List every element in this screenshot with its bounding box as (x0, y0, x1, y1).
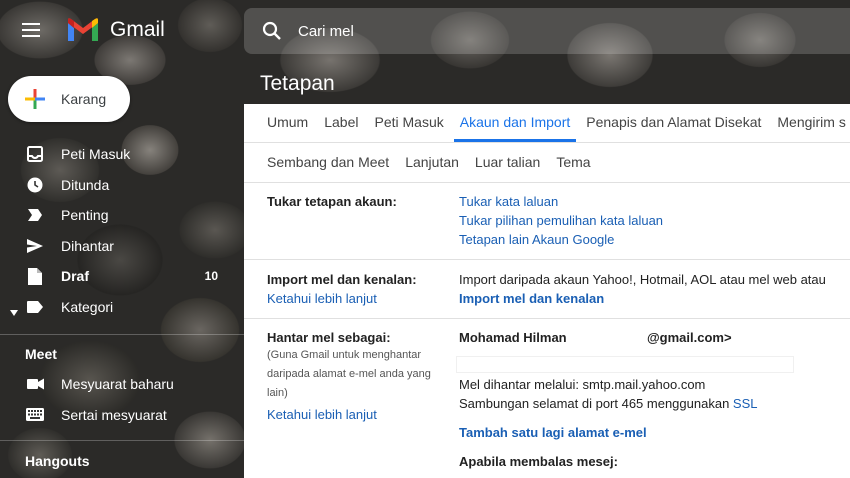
sidebar-divider (0, 440, 244, 441)
tab-accounts-import[interactable]: Akaun dan Import (453, 114, 577, 142)
import-mail-contacts-link[interactable]: Import mel dan kenalan (459, 291, 604, 306)
section-divider (244, 318, 850, 319)
tab-general[interactable]: Umum (261, 114, 314, 142)
settings-tabs-row1: Umum Label Peti Masuk Akaun dan Import P… (244, 104, 850, 142)
tab-themes[interactable]: Tema (550, 154, 596, 182)
sender-name: Mohamad Hilman (459, 330, 567, 345)
sidebar-item-important[interactable]: Penting (0, 200, 244, 231)
sidebar-item-label: Kategori (61, 298, 114, 315)
draft-icon (26, 267, 44, 285)
compose-button[interactable]: Karang (8, 76, 130, 122)
reply-label: Apabila membalas mesej: (459, 454, 618, 469)
gmail-m-icon (68, 18, 98, 41)
secure-connection-text: Sambungan selamat di port 465 menggunaka… (459, 396, 758, 411)
tab-forwarding[interactable]: Mengirim s (771, 114, 850, 142)
import-learn-more-link[interactable]: Ketahui lebih lanjut (267, 291, 377, 306)
smtp-via-text: Mel dihantar melalui: smtp.mail.yahoo.co… (459, 377, 706, 392)
expand-arrow-icon[interactable] (10, 303, 18, 319)
app-name: Gmail (110, 18, 165, 41)
plus-icon (25, 89, 45, 109)
sidebar-item-label: Dihantar (61, 237, 114, 254)
sidebar-item-inbox[interactable]: Peti Masuk (0, 139, 244, 170)
meet-nav: Mesyuarat baharu Sertai mesyuarat (0, 369, 244, 430)
clock-icon (26, 176, 44, 194)
tab-labels[interactable]: Label (318, 114, 364, 142)
sidebar-item-label: Mesyuarat baharu (61, 376, 174, 393)
header-left: Gmail (0, 0, 244, 60)
video-icon (26, 375, 44, 393)
inbox-icon (26, 145, 44, 163)
tabs-divider (244, 142, 850, 143)
sender-email-suffix: @gmail.com> (647, 330, 732, 345)
drafts-count: 10 (204, 269, 218, 284)
sidebar-item-label: Sertai mesyuarat (61, 406, 167, 423)
add-email-address-link[interactable]: Tambah satu lagi alamat e-mel (459, 425, 647, 440)
google-account-settings-link[interactable]: Tetapan lain Akaun Google (459, 232, 614, 247)
import-label: Import mel dan kenalan: (267, 272, 417, 287)
ssl-link[interactable]: SSL (733, 396, 758, 411)
import-description: Import daripada akaun Yahoo!, Hotmail, A… (459, 272, 826, 287)
sidebar-nav: Peti Masuk Ditunda Penting Dihantar Draf (0, 139, 244, 322)
search-input[interactable] (298, 22, 698, 40)
important-icon (26, 206, 44, 224)
search-icon[interactable] (262, 21, 282, 41)
redacted-email (574, 328, 646, 346)
tabs-divider (244, 182, 850, 183)
gmail-logo[interactable]: Gmail (66, 17, 165, 43)
sidebar-item-categories[interactable]: Kategori (0, 292, 244, 323)
meet-section-title: Meet (25, 346, 57, 362)
redacted-line (456, 356, 794, 373)
sidebar-item-drafts[interactable]: Draf 10 (0, 261, 244, 292)
main-menu-icon[interactable] (22, 18, 46, 42)
send-as-description: (Guna Gmail untuk menghantar daripada al… (267, 349, 431, 399)
sidebar-item-label: Peti Masuk (61, 146, 131, 163)
sidebar-item-snoozed[interactable]: Ditunda (0, 170, 244, 201)
sidebar-item-label: Penting (61, 207, 109, 224)
tab-offline[interactable]: Luar talian (469, 154, 546, 182)
compose-label: Karang (61, 91, 107, 107)
change-account-label: Tukar tetapan akaun: (267, 194, 397, 209)
change-password-link[interactable]: Tukar kata laluan (459, 194, 558, 209)
section-divider (244, 259, 850, 260)
page-title: Tetapan (260, 72, 335, 95)
sidebar-item-sent[interactable]: Dihantar (0, 231, 244, 262)
sidebar-item-new-meeting[interactable]: Mesyuarat baharu (0, 369, 244, 400)
send-icon (26, 237, 44, 255)
settings-tabs-row2: Sembang dan Meet Lanjutan Luar talian Te… (244, 144, 599, 182)
settings-panel: Umum Label Peti Masuk Akaun dan Import P… (244, 104, 850, 478)
sidebar-item-join-meeting[interactable]: Sertai mesyuarat (0, 400, 244, 431)
hangouts-section-title: Hangouts (25, 453, 90, 469)
sidebar: Gmail Karang Peti Masuk Ditunda Penting … (0, 0, 244, 478)
sidebar-item-label: Ditunda (61, 176, 110, 193)
send-as-learn-more-link[interactable]: Ketahui lebih lanjut (267, 407, 377, 422)
secure-connection-prefix: Sambungan selamat di port 465 menggunaka… (459, 396, 730, 411)
tab-advanced[interactable]: Lanjutan (399, 154, 465, 182)
sidebar-divider (0, 334, 244, 335)
keyboard-icon (26, 406, 44, 424)
label-icon (26, 298, 44, 316)
search-bar (244, 8, 850, 54)
send-as-label: Hantar mel sebagai: (267, 330, 391, 345)
tab-chat-meet[interactable]: Sembang dan Meet (261, 154, 395, 182)
tab-inbox[interactable]: Peti Masuk (369, 114, 450, 142)
change-recovery-link[interactable]: Tukar pilihan pemulihan kata laluan (459, 213, 663, 228)
tab-filters-blocked[interactable]: Penapis dan Alamat Disekat (580, 114, 767, 142)
sidebar-item-label: Draf (61, 268, 90, 285)
